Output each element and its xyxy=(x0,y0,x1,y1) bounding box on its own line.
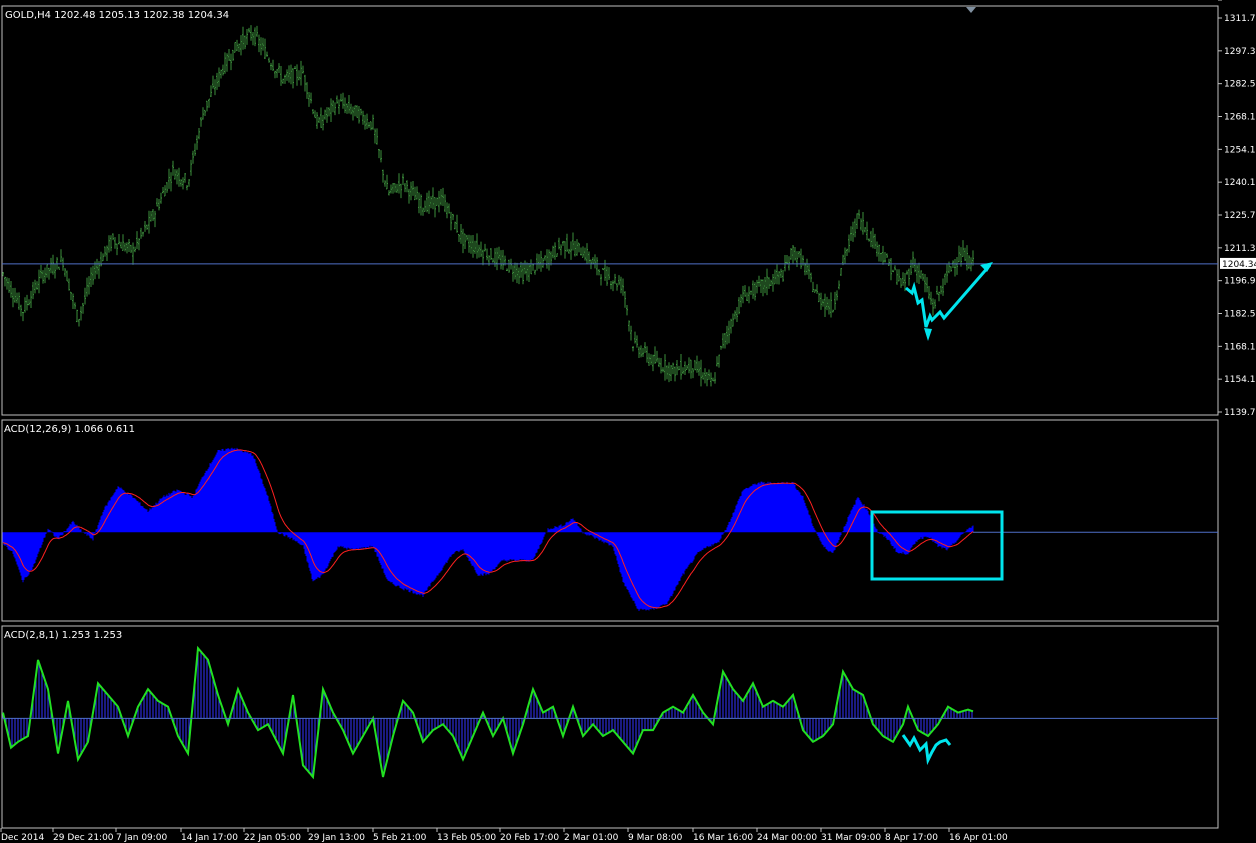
time-axis-label: 8 Apr 17:00 xyxy=(885,833,938,843)
price-axis-tick-label: 1211.30 xyxy=(1224,244,1256,254)
price-axis-tick-label: 1240.10 xyxy=(1224,178,1256,188)
time-axis-label: 5 Feb 21:00 xyxy=(373,833,427,843)
price-axis-tick-label: 1311.70 xyxy=(1224,14,1256,24)
price-axis-tick-label: 1139.70 xyxy=(1224,408,1256,418)
time-axis-label: 14 Jan 17:00 xyxy=(181,833,238,843)
acd2-axis-tick-label: -17.694 xyxy=(1224,0,1256,3)
price-axis-tick-label: 1196.90 xyxy=(1224,277,1256,287)
time-axis-label: Dec 2014 xyxy=(1,833,44,843)
time-axis-label: 29 Jan 13:00 xyxy=(308,833,365,843)
chart-background xyxy=(0,0,1256,843)
chart-root[interactable]: GOLD,H4 1202.48 1205.13 1202.38 1204.34 … xyxy=(0,0,1256,843)
price-axis-tick-label: 1168.10 xyxy=(1224,342,1256,352)
time-axis-label: 16 Mar 16:00 xyxy=(693,833,753,843)
acd2-pane-label: ACD(2,8,1) 1.253 1.253 xyxy=(4,630,122,641)
price-axis-tick-label: 1182.50 xyxy=(1224,310,1256,320)
time-axis-label: 7 Jan 09:00 xyxy=(116,833,168,843)
current-price-tag-text: 1204.34 xyxy=(1222,260,1256,270)
time-axis-label: 22 Jan 05:00 xyxy=(244,833,301,843)
time-axis-label: 31 Mar 09:00 xyxy=(821,833,881,843)
acd1-pane-label: ACD(12,26,9) 1.066 0.611 xyxy=(4,424,135,435)
time-axis-label: 2 Mar 01:00 xyxy=(564,833,619,843)
price-axis-tick-label: 1225.70 xyxy=(1224,211,1256,221)
price-axis-tick-label: 1282.50 xyxy=(1224,80,1256,90)
price-axis-tick-label: 1268.10 xyxy=(1224,113,1256,123)
current-price-tag: 1204.34 xyxy=(1220,257,1256,270)
time-axis-label: 13 Feb 05:00 xyxy=(437,833,496,843)
price-pane-label: GOLD,H4 1202.48 1205.13 1202.38 1204.34 xyxy=(5,10,229,21)
price-axis-tick-label: 1154.10 xyxy=(1224,375,1256,385)
time-axis-label: 20 Feb 17:00 xyxy=(500,833,559,843)
price-axis-tick-label: 1254.10 xyxy=(1224,145,1256,155)
time-axis-label: 16 Apr 01:00 xyxy=(949,833,1008,843)
time-axis-label: 29 Dec 21:00 xyxy=(53,833,114,843)
time-axis-label: 24 Mar 00:00 xyxy=(757,833,817,843)
price-axis-tick-label: 1297.30 xyxy=(1224,47,1256,57)
time-axis-label: 9 Mar 08:00 xyxy=(628,833,683,843)
